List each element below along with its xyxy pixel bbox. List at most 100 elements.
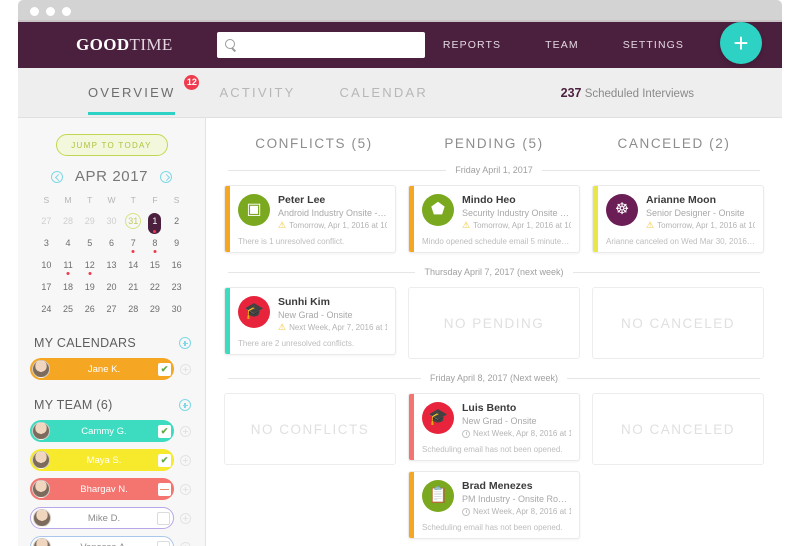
window-dot-maximize[interactable]: [62, 6, 71, 16]
interview-row: NO CONFLICTS 🎓 Luis Bento New Grad - Onsite…: [206, 393, 782, 546]
calendar-day[interactable]: 25: [57, 301, 79, 318]
calendar-day[interactable]: 3: [36, 235, 58, 252]
calendar-day[interactable]: 17: [36, 279, 58, 296]
team-pill-checkbox[interactable]: [157, 511, 170, 525]
team-pill-checkbox[interactable]: ✔: [158, 424, 171, 438]
team-pill[interactable]: Cammy G. ✔: [30, 420, 174, 442]
mini-calendar-month: APR 2017: [74, 168, 149, 185]
calendar-day[interactable]: 11: [57, 257, 79, 275]
calendar-day[interactable]: 4: [57, 235, 79, 252]
search-box[interactable]: [216, 32, 425, 58]
team-pill-add-icon[interactable]: [180, 454, 191, 466]
window-dot-minimize[interactable]: [46, 6, 55, 16]
tab-overview[interactable]: OVERVIEW 12: [88, 71, 202, 115]
team-pill[interactable]: Bhargav N. —: [30, 478, 174, 500]
calendar-day-number: 19: [84, 282, 95, 292]
warning-icon: ⚠: [278, 323, 287, 332]
interview-card[interactable]: ▣ Peter Lee Android Industry Onsite - Roun…: [224, 185, 396, 253]
nav-item-team[interactable]: TEAM: [545, 39, 579, 51]
calendar-day[interactable]: 23: [166, 279, 188, 296]
app-logo[interactable]: GOODTIME: [76, 35, 173, 55]
calendar-day[interactable]: 21: [122, 279, 144, 296]
calendar-day[interactable]: 22: [144, 279, 166, 296]
interview-card[interactable]: 📋 Brad Menezes PM Industry - Onsite Round …: [408, 471, 580, 539]
calendar-day[interactable]: 31: [122, 213, 144, 230]
calendar-day[interactable]: 29: [144, 301, 166, 318]
window-dot-close[interactable]: [30, 6, 39, 16]
calendar-day[interactable]: 28: [57, 213, 79, 230]
sidebar: JUMP TO TODAY APR 2017 S M T W T F S 27 28 29 30 31…: [18, 118, 206, 546]
date-divider-label: Thursday April 7, 2017 (next week): [424, 267, 564, 277]
calendar-day[interactable]: 2: [166, 213, 188, 230]
tab-activity[interactable]: ACTIVITY: [219, 71, 295, 115]
interview-card[interactable]: ☸ Arianne Moon Senior Designer - Onsite ⚠ To…: [592, 185, 764, 253]
calendar-day[interactable]: 27: [101, 301, 123, 318]
calendar-day[interactable]: 8: [144, 235, 166, 253]
interview-card[interactable]: 🎓 Sunhi Kim New Grad - Onsite ⚠ Next Week, A…: [224, 287, 396, 355]
calendar-day[interactable]: 1: [144, 213, 166, 234]
date-divider-label: Friday April 8, 2017 (Next week): [429, 373, 559, 383]
card-time: ⚠Tomorrow, Apr 1, 2016 at 10:00 AM: [278, 221, 387, 230]
team-pill-checkbox[interactable]: —: [158, 482, 171, 496]
team-pill[interactable]: Mike D.: [30, 507, 174, 529]
card-time-label: Next Week, Apr 8, 2016 at 10:30 AM: [473, 429, 571, 438]
card-candidate-name: Sunhi Kim: [278, 296, 330, 308]
chevron-left-icon[interactable]: [50, 170, 63, 183]
calendar-day[interactable]: 30: [166, 301, 188, 318]
calendar-day[interactable]: 15: [144, 257, 166, 274]
calendar-day[interactable]: 14: [122, 257, 144, 274]
team-pill-avatar: [32, 480, 50, 498]
calendar-day[interactable]: 20: [101, 279, 123, 296]
calendar-day[interactable]: 28: [122, 301, 144, 318]
team-pill-add-icon[interactable]: [180, 483, 191, 495]
scheduled-count: 237: [560, 85, 582, 100]
team-pill-add-icon[interactable]: [180, 425, 191, 437]
team-pill-checkbox[interactable]: [157, 540, 170, 546]
add-calendar-icon[interactable]: [179, 337, 191, 349]
calendar-day[interactable]: 24: [36, 301, 58, 318]
team-pill[interactable]: Maya S. ✔: [30, 449, 174, 471]
card-time-label: Tomorrow, Apr 1, 2016 at 10:00 AM: [289, 221, 387, 230]
add-team-member-icon[interactable]: [179, 399, 191, 411]
calendar-day-number: 25: [63, 304, 74, 314]
calendar-day[interactable]: 6: [101, 235, 123, 252]
interview-card[interactable]: ⬟ Mindo Heo Security Industry Onsite - Rou…: [408, 185, 580, 253]
calendar-day[interactable]: 7: [122, 235, 144, 253]
card-meta: Mindo Heo Security Industry Onsite - Rou.…: [462, 194, 571, 230]
column-cell-conflicts: 🎓 Sunhi Kim New Grad - Onsite ⚠ Next Week, A…: [224, 287, 396, 355]
weekday-label-2: T: [87, 195, 93, 205]
calendar-day[interactable]: 16: [166, 257, 188, 274]
calendar-pill[interactable]: Jane K. ✔: [30, 358, 174, 380]
calendar-day[interactable]: 13: [101, 257, 123, 274]
nav-item-reports[interactable]: REPORTS: [443, 39, 501, 51]
card-candidate-name: Mindo Heo: [462, 194, 516, 206]
calendar-day[interactable]: 12: [79, 257, 101, 275]
calendar-day[interactable]: 18: [57, 279, 79, 296]
card-role: PM Industry - Onsite Round 1: [462, 494, 571, 504]
calendar-day[interactable]: 19: [79, 279, 101, 296]
tab-calendar[interactable]: CALENDAR: [340, 71, 428, 115]
calendar-day[interactable]: 26: [79, 301, 101, 318]
calendar-day[interactable]: 5: [79, 235, 101, 252]
team-pill-add-icon[interactable]: [180, 512, 191, 524]
search-input[interactable]: [237, 32, 425, 58]
calendar-day-number: 8: [152, 238, 158, 248]
calendar-day-number: 21: [128, 282, 139, 292]
calendar-day[interactable]: 29: [79, 213, 101, 230]
interview-card[interactable]: 🎓 Luis Bento New Grad - Onsite Next Week, A…: [408, 393, 580, 461]
chevron-right-icon[interactable]: [160, 170, 173, 183]
team-pill-checkbox[interactable]: ✔: [158, 453, 171, 467]
calendar-day[interactable]: 27: [36, 213, 58, 230]
calendar-pill-checkbox[interactable]: ✔: [158, 362, 171, 376]
calendar-day[interactable]: 10: [36, 257, 58, 274]
jump-to-today-button[interactable]: JUMP TO TODAY: [55, 134, 168, 156]
nav-item-settings[interactable]: SETTINGS: [623, 39, 684, 51]
team-pill-add-icon[interactable]: [180, 541, 191, 546]
team-pill[interactable]: Vanessa A.: [30, 536, 174, 546]
empty-state-canceled: NO CANCELED: [592, 393, 764, 465]
add-interview-button[interactable]: +: [720, 22, 762, 64]
calendar-day[interactable]: 9: [166, 235, 188, 252]
calendar-day-number: 12: [84, 260, 95, 270]
calendar-pill-add-icon[interactable]: [180, 363, 191, 375]
calendar-day[interactable]: 30: [101, 213, 123, 230]
